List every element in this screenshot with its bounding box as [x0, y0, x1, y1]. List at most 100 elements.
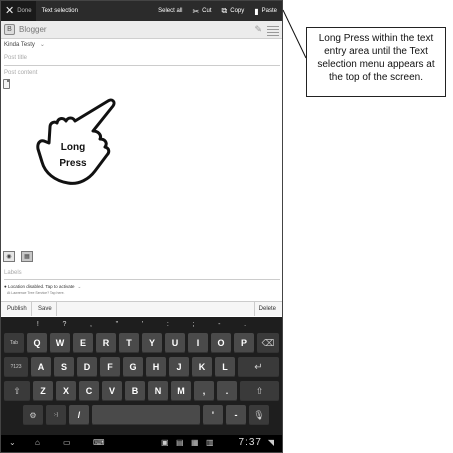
- account-name: Kinda Testy: [4, 42, 35, 48]
- settings-key[interactable]: ⚙: [23, 405, 43, 425]
- on-screen-keyboard: ! ? , " ' : ; - . Tab Q W E R T Y U I O …: [1, 317, 282, 435]
- key-j[interactable]: J: [169, 357, 189, 377]
- key-f[interactable]: F: [100, 357, 120, 377]
- key-k[interactable]: K: [192, 357, 212, 377]
- punct-key[interactable]: .: [244, 321, 246, 328]
- key-q[interactable]: Q: [27, 333, 47, 353]
- long-press-label: Long Press: [50, 140, 96, 172]
- gesture-line-2: Press: [59, 158, 87, 169]
- copy-icon: ⧉: [221, 6, 228, 15]
- key-z[interactable]: Z: [33, 381, 53, 401]
- sd-card-icon: ▥: [206, 438, 214, 447]
- key-o[interactable]: O: [211, 333, 231, 353]
- location-hint: At Lawrence Tree Service? Tap here.: [7, 291, 65, 295]
- chevron-down-icon: ⌄: [77, 284, 82, 289]
- wifi-icon: ◥: [267, 438, 274, 447]
- voice-key[interactable]: 🎙: [249, 405, 269, 425]
- key-u[interactable]: U: [165, 333, 185, 353]
- copy-label: Copy: [230, 8, 245, 14]
- clock: 7:37: [238, 437, 262, 448]
- copy-button[interactable]: ⧉ Copy: [217, 1, 250, 21]
- menu-grid-icon[interactable]: [267, 23, 279, 36]
- key-w[interactable]: W: [50, 333, 70, 353]
- key-dash[interactable]: -: [226, 405, 246, 425]
- keyboard-row-4: ⚙ :-) / ' - 🎙: [1, 403, 282, 427]
- shift-icon: ⇧: [255, 385, 264, 396]
- paste-button[interactable]: ▮ Paste: [249, 1, 282, 21]
- punct-key[interactable]: !: [37, 321, 39, 328]
- space-bar[interactable]: [92, 405, 200, 425]
- punct-key[interactable]: -: [218, 321, 220, 328]
- backspace-key[interactable]: ⌫: [257, 333, 279, 353]
- punct-key[interactable]: ?: [62, 321, 66, 328]
- emoticon-key[interactable]: :-): [46, 405, 66, 425]
- key-x[interactable]: X: [56, 381, 76, 401]
- gesture-line-1: Long: [60, 142, 86, 153]
- key-r[interactable]: R: [96, 333, 116, 353]
- shift-key-right[interactable]: ⇧: [240, 381, 279, 401]
- key-i[interactable]: I: [188, 333, 208, 353]
- key-period[interactable]: .: [217, 381, 237, 401]
- punct-key[interactable]: :: [167, 321, 169, 328]
- hide-keyboard-icon[interactable]: ⌄: [9, 438, 16, 447]
- key-v[interactable]: V: [102, 381, 122, 401]
- labels-field[interactable]: Labels: [4, 270, 280, 280]
- recent-apps-icon[interactable]: ▭: [63, 438, 71, 447]
- post-content-placeholder: Post content: [4, 70, 38, 76]
- key-a[interactable]: A: [31, 357, 51, 377]
- tab-key[interactable]: Tab: [4, 333, 24, 353]
- done-button[interactable]: ✕ Done: [1, 1, 36, 21]
- punct-key[interactable]: ,: [90, 321, 92, 328]
- shift-icon: ⇧: [13, 385, 21, 396]
- shift-key-left[interactable]: ⇧: [4, 381, 30, 401]
- key-m[interactable]: M: [171, 381, 191, 401]
- location-status: Location disabled. Tap to activate: [7, 284, 75, 289]
- key-slash[interactable]: /: [69, 405, 89, 425]
- key-d[interactable]: D: [77, 357, 97, 377]
- compose-icon[interactable]: ✎: [254, 24, 262, 35]
- gallery-icon[interactable]: ▦: [21, 251, 33, 262]
- photo-icon: ▤: [176, 438, 184, 447]
- account-selector[interactable]: Kinda Testy ⌄: [4, 41, 45, 48]
- keyboard-icon[interactable]: ⌨: [93, 438, 105, 447]
- keyboard-row-2: ?123 A S D F G H J K L ↵: [1, 355, 282, 379]
- key-apostrophe[interactable]: ': [203, 405, 223, 425]
- editor-button-row: Publish Save Delete: [1, 301, 282, 316]
- tablet-screen: ✕ Done Text selection Select all ✂ Cut ⧉…: [0, 0, 283, 453]
- key-l[interactable]: L: [215, 357, 235, 377]
- key-t[interactable]: T: [119, 333, 139, 353]
- select-all-button[interactable]: Select all: [153, 1, 187, 21]
- keyboard-row-1: Tab Q W E R T Y U I O P ⌫: [1, 331, 282, 355]
- post-title-field[interactable]: Post title: [4, 55, 280, 66]
- location-toggle[interactable]: ● Location disabled. Tap to activate ⌄: [4, 284, 81, 290]
- post-content-field[interactable]: Post content: [4, 70, 280, 76]
- punct-key[interactable]: ;: [192, 321, 194, 328]
- camera-icon[interactable]: ◉: [3, 251, 15, 262]
- document-icon: [3, 79, 10, 89]
- punctuation-strip: ! ? , " ' : ; - .: [1, 317, 282, 331]
- home-icon[interactable]: ⌂: [35, 438, 40, 447]
- cut-button[interactable]: ✂ Cut: [187, 1, 216, 21]
- enter-key[interactable]: ↵: [238, 357, 279, 377]
- notification-icon: ▣: [161, 438, 169, 447]
- key-e[interactable]: E: [73, 333, 93, 353]
- close-icon: ✕: [5, 4, 15, 17]
- key-y[interactable]: Y: [142, 333, 162, 353]
- key-comma[interactable]: ,: [194, 381, 214, 401]
- system-bar: ⌄ ⌂ ▭ ⌨ ▣ ▤ ▦ ▥ 7:37 ◥: [1, 435, 282, 452]
- key-g[interactable]: G: [123, 357, 143, 377]
- key-h[interactable]: H: [146, 357, 166, 377]
- key-c[interactable]: C: [79, 381, 99, 401]
- delete-button[interactable]: Delete: [253, 302, 280, 316]
- key-s[interactable]: S: [54, 357, 74, 377]
- key-b[interactable]: B: [125, 381, 145, 401]
- key-p[interactable]: P: [234, 333, 254, 353]
- publish-button[interactable]: Publish: [3, 302, 32, 316]
- symbols-key[interactable]: ?123: [4, 357, 28, 377]
- briefcase-icon: ▦: [191, 438, 199, 447]
- punct-key[interactable]: ": [116, 321, 119, 328]
- punct-key[interactable]: ': [142, 321, 143, 328]
- key-n[interactable]: N: [148, 381, 168, 401]
- save-button[interactable]: Save: [34, 302, 57, 316]
- blogger-logo-icon: B: [4, 24, 15, 35]
